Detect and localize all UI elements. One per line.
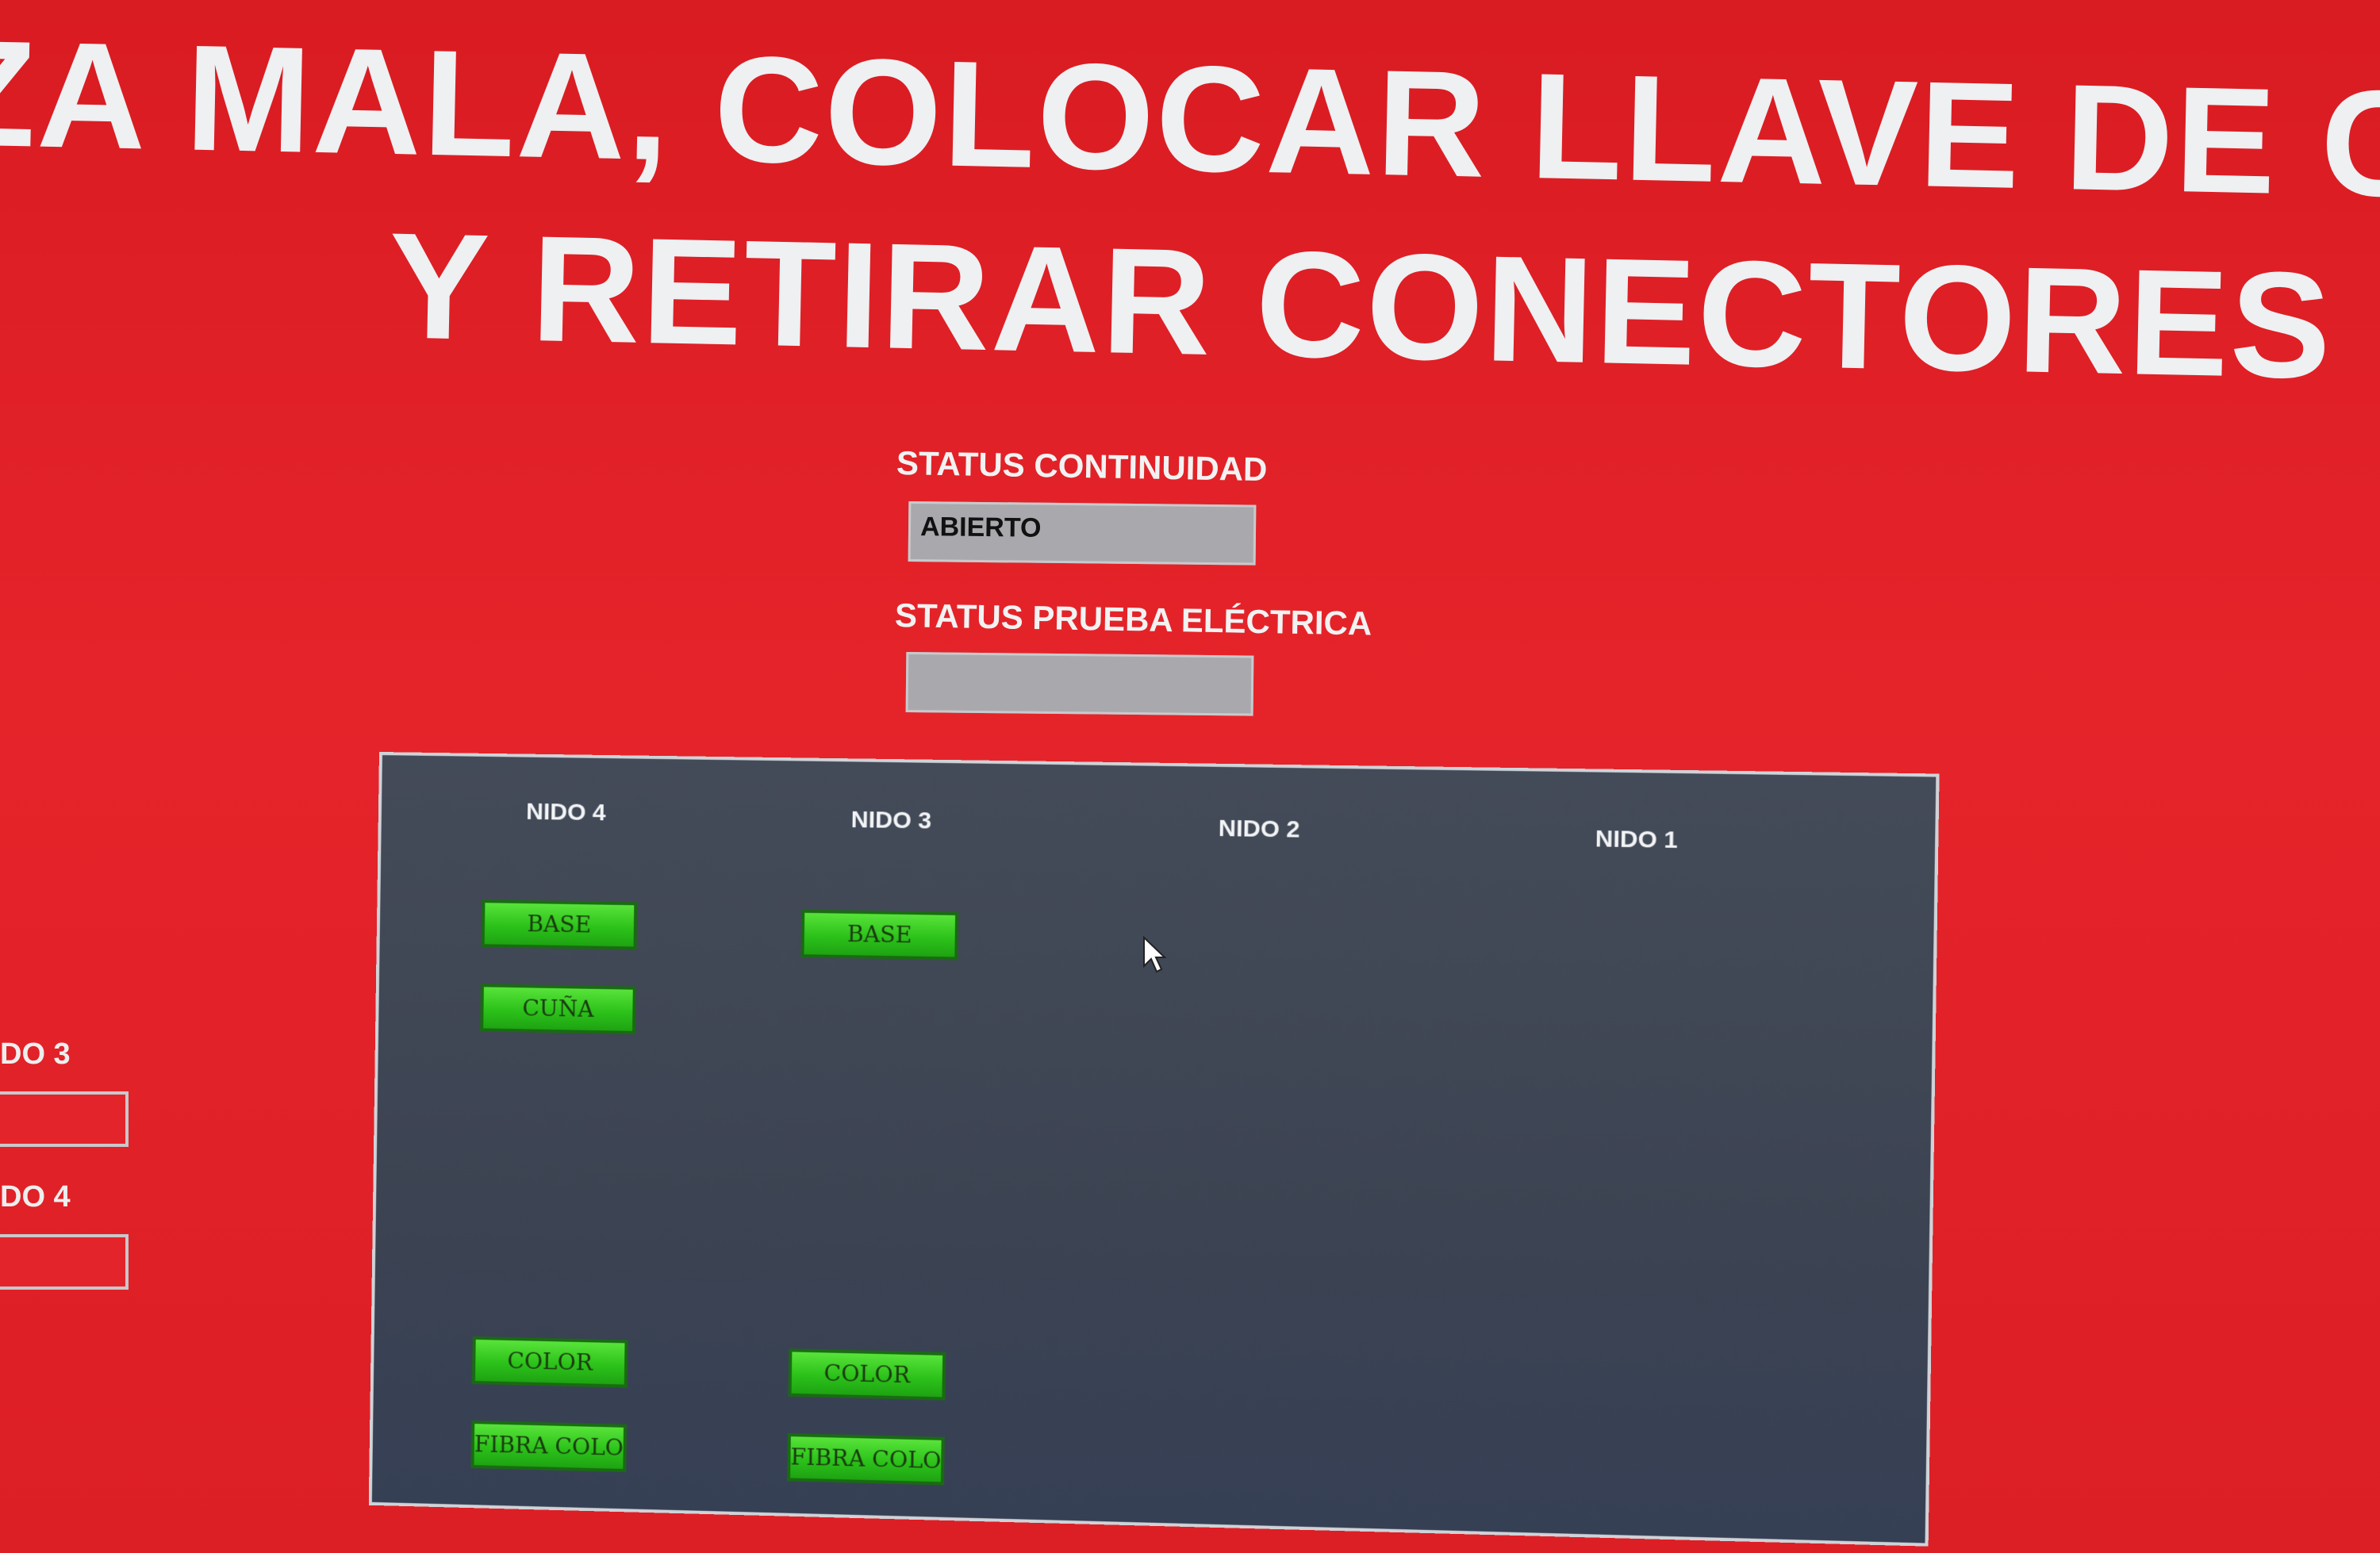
side-nido-4-label: DO 4	[0, 1180, 71, 1214]
nido-4-fibra-color-indicator: FIBRA COLOR	[470, 1420, 628, 1473]
status-continuidad-label: STATUS CONTINUIDAD	[896, 444, 1268, 489]
side-nido-4-field	[0, 1234, 129, 1290]
side-nido-3-field	[0, 1091, 129, 1147]
mouse-pointer-icon	[1143, 936, 1166, 973]
nido-3-header: NIDO 3	[850, 806, 932, 834]
nido-3-base-indicator: BASE	[800, 909, 959, 961]
nido-1-header: NIDO 1	[1595, 825, 1679, 854]
nido-4-base-indicator: BASE	[481, 899, 638, 950]
nido-panel: NIDO 4 NIDO 3 NIDO 2 NIDO 1 BASE CUÑA CO…	[368, 752, 1940, 1547]
status-continuidad-field: ABIERTO	[908, 501, 1257, 566]
alert-banner-line-1: EZA MALA, COLOCAR LLAVE DE CALIDA	[0, 6, 2380, 240]
alert-banner-line-2: Y RETIRAR CONECTORES	[386, 201, 2335, 411]
status-prueba-electrica-label: STATUS PRUEBA ELÉCTRICA	[894, 596, 1372, 642]
nido-4-header: NIDO 4	[525, 798, 606, 826]
nido-2-header: NIDO 2	[1218, 815, 1300, 843]
nido-4-color-indicator: COLOR	[471, 1336, 628, 1388]
nido-3-color-indicator: COLOR	[788, 1348, 946, 1401]
hmi-screen: EZA MALA, COLOCAR LLAVE DE CALIDA Y RETI…	[0, 0, 2380, 1553]
side-nido-3-label: DO 3	[0, 1037, 71, 1071]
nido-3-fibra-color-indicator: FIBRA COLOR	[787, 1432, 945, 1486]
nido-4-cuna-indicator: CUÑA	[480, 984, 636, 1035]
status-prueba-electrica-field	[905, 652, 1254, 716]
